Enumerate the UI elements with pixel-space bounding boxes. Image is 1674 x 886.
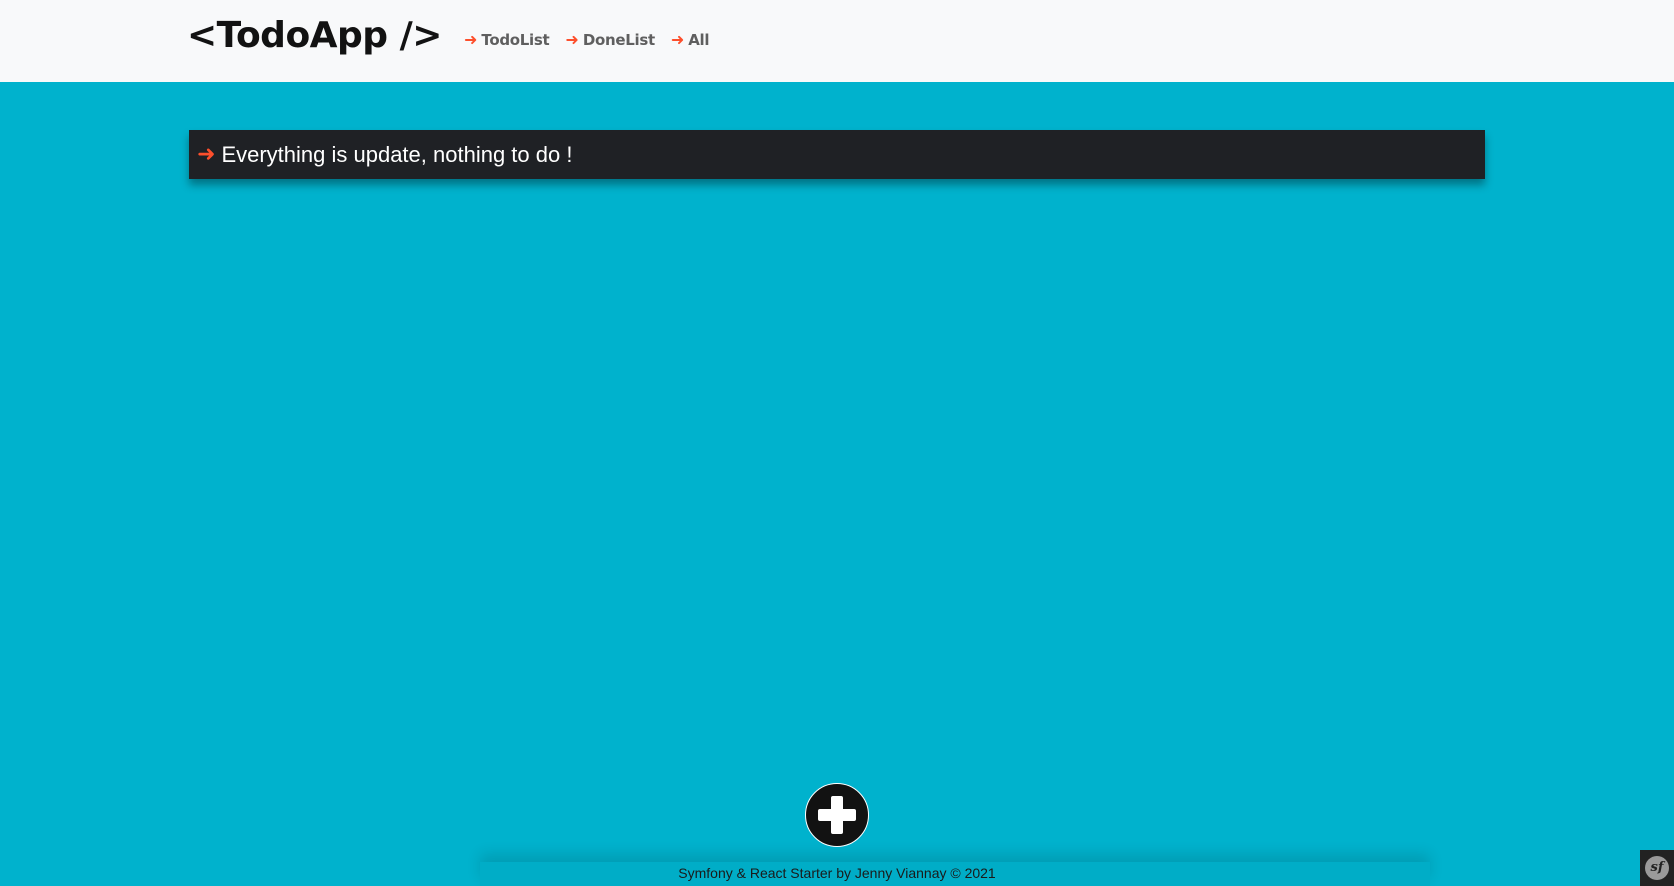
arrow-right-icon: ➜ [565, 30, 579, 49]
brand-logo[interactable]: <TodoApp /> [187, 14, 442, 58]
arrow-right-icon: ➜ [670, 30, 685, 49]
empty-state-message: Everything is update, nothing to do ! [221, 141, 573, 167]
symfony-icon: sf [1645, 856, 1669, 880]
plus-icon [818, 796, 856, 834]
add-todo-button[interactable] [805, 783, 869, 847]
empty-state-banner: ➜ Everything is update, nothing to do ! [189, 130, 1485, 179]
nav-link-todolist[interactable]: ➜ TodoList [464, 28, 550, 52]
main-nav: ➜ TodoList ➜ DoneList ➜ All [464, 28, 710, 52]
top-navbar: <TodoApp /> ➜ TodoList ➜ DoneList ➜ All [0, 0, 1674, 82]
nav-label-donelist: DoneList [582, 31, 655, 49]
nav-link-all[interactable]: ➜ All [670, 28, 710, 52]
arrow-right-icon: ➜ [197, 142, 216, 167]
symfony-debug-toolbar-toggle[interactable]: sf [1640, 850, 1674, 886]
nav-label-all: All [688, 31, 710, 49]
nav-link-donelist[interactable]: ➜ DoneList [565, 28, 655, 52]
footer-credits: Symfony & React Starter by Jenny Viannay… [678, 865, 996, 881]
arrow-right-icon: ➜ [464, 30, 478, 49]
nav-label-todolist: TodoList [481, 31, 550, 49]
